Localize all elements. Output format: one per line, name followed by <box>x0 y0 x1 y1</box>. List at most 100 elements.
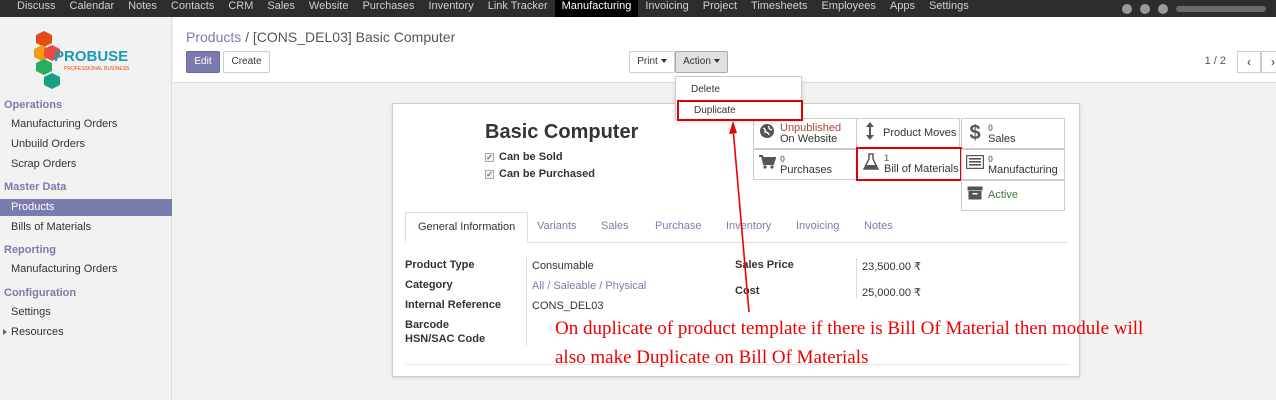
breadcrumb: Products / [CONS_DEL03] Basic Computer <box>186 29 455 45</box>
section-master-data: Master Data <box>4 181 67 193</box>
shopping-cart-icon <box>754 154 780 175</box>
product-moves-button[interactable]: Product Moves <box>856 118 960 149</box>
pager-previous-button[interactable]: ‹ <box>1237 51 1261 73</box>
menu-purchases[interactable]: Purchases <box>355 0 421 17</box>
menu-crm[interactable]: CRM <box>221 0 260 17</box>
section-operations: Operations <box>4 99 63 111</box>
tab-sales[interactable]: Sales <box>589 212 641 243</box>
bill-of-materials-button[interactable]: 1 Bill of Materials <box>856 147 962 181</box>
price-separator <box>856 258 857 298</box>
tab-general-information[interactable]: General Information <box>405 212 529 243</box>
active-toggle-button[interactable]: Active <box>961 180 1065 211</box>
sidebar-item-resources[interactable]: Resources <box>0 324 172 341</box>
bom-label: Bill of Materials <box>884 163 959 175</box>
print-button[interactable]: Print <box>629 51 675 73</box>
internal-reference-label: Internal Reference <box>405 299 501 311</box>
sales-count: 0 <box>988 122 994 133</box>
can-be-purchased-checkbox[interactable]: ✓ Can be Purchased <box>485 168 595 180</box>
user-menu[interactable] <box>1176 5 1266 12</box>
sales-price-label: Sales Price <box>735 259 794 271</box>
caret-down-icon <box>660 59 667 64</box>
website-status-button[interactable]: Unpublished On Website <box>753 118 857 149</box>
hsn-sac-code-label: HSN/SAC Code <box>405 333 486 345</box>
annotation-line-2: also make Duplicate on Bill Of Materials <box>555 347 869 368</box>
menu-notes[interactable]: Notes <box>121 0 164 17</box>
sidebar-item-label: Resources <box>11 326 64 338</box>
sidebar: PROBUSE PROFESSIONAL BUSINESS Operations… <box>0 17 172 400</box>
sidebar-item-products[interactable]: Products <box>0 199 172 216</box>
menu-website[interactable]: Website <box>302 0 356 17</box>
cost-value: 25,000.00 ₹ <box>862 287 921 299</box>
purchases-count: 0 <box>780 153 786 164</box>
flask-icon <box>858 152 884 176</box>
pager-value: 1 / 2 <box>1204 55 1226 67</box>
app-menu: Discuss Calendar Notes Contacts CRM Sale… <box>0 0 976 17</box>
menu-calendar[interactable]: Calendar <box>63 0 122 17</box>
annotation-line-1: On duplicate of product template if ther… <box>555 318 1144 339</box>
category-label: Category <box>405 279 453 291</box>
purchases-label: Purchases <box>780 163 832 176</box>
activity-icon[interactable] <box>1140 3 1150 14</box>
sidebar-item-scrap-orders[interactable]: Scrap Orders <box>0 156 172 173</box>
control-panel: Products / [CONS_DEL03] Basic Computer E… <box>173 17 1276 83</box>
chat-icon[interactable] <box>1122 3 1132 14</box>
tab-notes[interactable]: Notes <box>852 212 905 243</box>
action-label: Action <box>683 56 711 67</box>
notebook-tabs: General Information Variants Sales Purch… <box>405 212 1068 243</box>
section-reporting: Reporting <box>4 244 56 256</box>
action-dropdown-menu: Delete Duplicate <box>675 76 803 121</box>
menu-project[interactable]: Project <box>696 0 744 17</box>
menu-inventory[interactable]: Inventory <box>421 0 480 17</box>
top-navbar: Discuss Calendar Notes Contacts CRM Sale… <box>0 0 1276 17</box>
menu-invoicing[interactable]: Invoicing <box>638 0 695 17</box>
can-be-sold-checkbox[interactable]: ✓ Can be Sold <box>485 151 563 163</box>
cost-label: Cost <box>735 285 760 297</box>
sidebar-item-unbuild-orders[interactable]: Unbuild Orders <box>0 136 172 153</box>
purchases-button[interactable]: 0 Purchases <box>753 149 857 180</box>
sales-label: Sales <box>988 132 1016 145</box>
svg-text:PROFESSIONAL BUSINESS: PROFESSIONAL BUSINESS <box>64 66 130 72</box>
manufacturing-count: 0 <box>988 153 994 164</box>
manufacturing-button[interactable]: 0 Manufacturing <box>961 149 1065 180</box>
create-button[interactable]: Create <box>223 51 270 73</box>
sidebar-item-settings[interactable]: Settings <box>0 304 172 321</box>
product-type-value: Consumable <box>532 260 594 272</box>
menu-item-delete[interactable]: Delete <box>676 81 801 98</box>
checkbox-icon: ✓ <box>485 169 494 179</box>
breadcrumb-products[interactable]: Products <box>186 29 241 45</box>
menu-sales[interactable]: Sales <box>260 0 302 17</box>
menu-contacts[interactable]: Contacts <box>164 0 221 17</box>
list-icon <box>962 154 988 174</box>
menu-manufacturing[interactable]: Manufacturing <box>554 0 639 17</box>
field-separator <box>526 258 527 346</box>
tab-inventory[interactable]: Inventory <box>714 212 783 243</box>
tab-variants[interactable]: Variants <box>525 212 589 243</box>
menu-discuss[interactable]: Discuss <box>10 0 63 17</box>
avatar[interactable] <box>1158 3 1168 14</box>
sales-button[interactable]: $ 0 Sales <box>961 118 1065 149</box>
sales-price-value: 23,500.00 ₹ <box>862 261 921 273</box>
manufacturing-label: Manufacturing <box>988 163 1058 176</box>
menu-settings[interactable]: Settings <box>922 0 976 17</box>
menu-timesheets[interactable]: Timesheets <box>744 0 814 17</box>
menu-apps[interactable]: Apps <box>883 0 922 17</box>
sidebar-item-reporting-mo[interactable]: Manufacturing Orders <box>0 261 172 278</box>
section-configuration: Configuration <box>4 287 77 299</box>
sidebar-item-manufacturing-orders[interactable]: Manufacturing Orders <box>0 116 172 133</box>
menu-item-duplicate[interactable]: Duplicate <box>677 100 803 121</box>
checkbox-icon: ✓ <box>485 152 494 162</box>
svg-text:PROBUSE: PROBUSE <box>54 48 128 65</box>
tab-invoicing[interactable]: Invoicing <box>784 212 851 243</box>
archive-icon <box>962 186 988 205</box>
pager-next-button[interactable]: › <box>1261 51 1276 73</box>
menu-link-tracker[interactable]: Link Tracker <box>481 0 555 17</box>
sidebar-item-bills-of-materials[interactable]: Bills of Materials <box>0 219 172 236</box>
arrows-vertical-icon <box>857 121 883 146</box>
menu-employees[interactable]: Employees <box>814 0 882 17</box>
edit-button[interactable]: Edit <box>186 51 220 73</box>
bom-count: 1 <box>884 153 890 163</box>
tab-purchase[interactable]: Purchase <box>643 212 713 243</box>
category-value[interactable]: All / Saleable / Physical <box>532 280 646 292</box>
action-button[interactable]: Action <box>675 51 728 73</box>
checkbox-label: Can be Purchased <box>499 168 595 180</box>
